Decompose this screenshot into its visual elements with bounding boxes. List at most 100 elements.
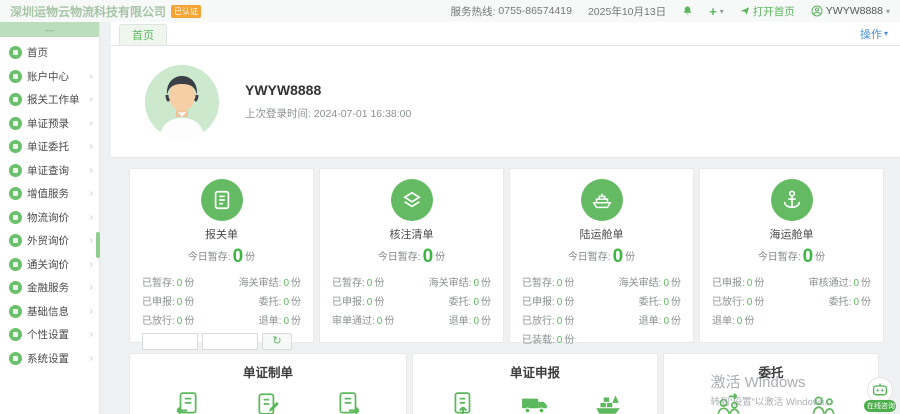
- chevron-right-icon: ›: [90, 141, 93, 152]
- sidebar-item-value-services[interactable]: 增值服务›: [0, 182, 99, 206]
- action-dropdown[interactable]: 操作▾: [860, 26, 888, 42]
- user-menu[interactable]: YWYW8888 ▾: [811, 5, 890, 17]
- stat-cards-row: 报关单 今日暂存:0份 已暂存:0份 已申报:0份 已放行:0份 海关审结:0份…: [129, 168, 884, 343]
- doc-delegation-icon: [9, 140, 22, 153]
- sidebar-item-clearance-quote[interactable]: 通关询价›: [0, 253, 99, 277]
- action-declare-declaration[interactable]: 报关单: [440, 391, 486, 414]
- action-declaration-import[interactable]: 报关单(进口): [164, 391, 210, 414]
- chevron-right-icon: ›: [90, 94, 93, 105]
- stat: 退单:0份: [429, 312, 491, 327]
- sidebar-item-basic-info[interactable]: 基础信息›: [0, 300, 99, 324]
- chevron-right-icon: ›: [90, 282, 93, 293]
- sidebar-item-doc-query[interactable]: 单证查询›: [0, 159, 99, 183]
- stat: 退单:0份: [712, 312, 764, 327]
- caret-down-icon: ▾: [884, 29, 888, 38]
- quick-add-menu[interactable]: + ▾: [709, 4, 724, 19]
- worksheet-icon: [9, 93, 22, 106]
- refresh-button[interactable]: ↻: [262, 333, 292, 350]
- stat: 委托:0份: [809, 293, 871, 308]
- sidebar-item-doc-delegation[interactable]: 单证委托›: [0, 135, 99, 159]
- stat: 海关审结:0份: [619, 274, 681, 289]
- tab-home[interactable]: 首页: [119, 24, 167, 45]
- chevron-right-icon: ›: [90, 329, 93, 340]
- company-name: 深圳运物云物流科技有限公司: [10, 3, 166, 20]
- card-declaration: 报关单 今日暂存:0份 已暂存:0份 已申报:0份 已放行:0份 海关审结:0份…: [129, 168, 314, 343]
- doc-upload-icon: [450, 391, 476, 414]
- declaration-doc-icon: [201, 179, 243, 221]
- refresh-icon: ↻: [272, 335, 281, 347]
- action-delegation-mgmt[interactable]: 委托管理: [706, 391, 752, 414]
- chevron-right-icon: ›: [90, 118, 93, 129]
- avatar: [145, 65, 219, 139]
- doc-edit-icon: [255, 391, 281, 414]
- basic-info-icon: [9, 305, 22, 318]
- quick-action-panels: 单证制单 报关单(进口) 原始舱单(转运进口) 报关单(出口): [129, 353, 884, 414]
- tab-strip: 首页 操作▾: [111, 22, 900, 46]
- declaration-search-input-2[interactable]: [202, 333, 258, 350]
- sidebar-collapse-button[interactable]: —: [0, 22, 99, 37]
- sidebar-item-doc-preentry[interactable]: 单证预录›: [0, 112, 99, 136]
- stat: 委托:0份: [429, 293, 491, 308]
- declaration-search-input-1[interactable]: [142, 333, 198, 350]
- chat-label: 在线咨询: [864, 400, 896, 412]
- panel-doc-declare: 单证申报 报关单 舱单(陆运) 舱单(海运): [412, 353, 658, 414]
- sidebar-item-logistics-quote[interactable]: 物流询价›: [0, 206, 99, 230]
- caret-down-icon: ▾: [886, 7, 890, 16]
- stat: 审核通过:0份: [809, 274, 871, 289]
- panel-delegation: 委托 委托管理 受托管理: [663, 353, 879, 414]
- clearance-icon: [9, 258, 22, 271]
- logistics-icon: [9, 211, 22, 224]
- doc-preentry-icon: [9, 117, 22, 130]
- stat: 退单:0份: [239, 312, 301, 327]
- sidebar-item-personal-settings[interactable]: 个性设置›: [0, 323, 99, 347]
- profile-section: YWYW8888 上次登录时间: 2024-07-01 16:38:00: [111, 46, 900, 158]
- plus-icon: +: [709, 4, 717, 19]
- stat: 已装载:0份: [522, 331, 574, 346]
- action-declaration-export[interactable]: 报关单(出口): [326, 391, 372, 414]
- delegate-people-icon: [715, 391, 743, 414]
- action-manifest-land[interactable]: 舱单(陆运): [512, 391, 558, 414]
- stat: 已暂存:0份: [332, 274, 394, 289]
- anchor-icon: [771, 179, 813, 221]
- send-icon: [740, 6, 750, 16]
- services-icon: [9, 187, 22, 200]
- current-date: 2025年10月13日: [588, 4, 666, 19]
- account-icon: [9, 70, 22, 83]
- stat: 海关审结:0份: [239, 274, 301, 289]
- checklist-icon: [391, 179, 433, 221]
- action-trustee-mgmt[interactable]: 受托管理: [800, 391, 846, 414]
- notification-bell-icon[interactable]: [682, 5, 693, 17]
- personal-settings-icon: [9, 328, 22, 341]
- sidebar-item-home[interactable]: 首页: [0, 41, 99, 65]
- finance-icon: [9, 281, 22, 294]
- sidebar-item-trade-quote[interactable]: 外贸询价›: [0, 229, 99, 253]
- chevron-right-icon: ›: [90, 71, 93, 82]
- action-manifest-ocean[interactable]: 舱单(海运): [585, 391, 631, 414]
- open-home-link[interactable]: 打开首页: [740, 4, 795, 19]
- ship-icon: [594, 391, 622, 414]
- profile-username: YWYW8888: [245, 82, 411, 98]
- chevron-right-icon: ›: [90, 188, 93, 199]
- trustee-people-icon: [809, 391, 837, 414]
- sidebar-item-account-center[interactable]: 账户中心›: [0, 65, 99, 89]
- stat: 委托:0份: [619, 293, 681, 308]
- sidebar-item-finance-services[interactable]: 金融服务›: [0, 276, 99, 300]
- system-settings-icon: [9, 352, 22, 365]
- stat: 已申报:0份: [142, 293, 194, 308]
- top-header: 深圳运物云物流科技有限公司 已认证 服务热线:0755-86574419 202…: [0, 0, 900, 22]
- stat: 已申报:0份: [332, 293, 394, 308]
- chevron-right-icon: ›: [90, 259, 93, 270]
- sidebar-item-system-settings[interactable]: 系统设置›: [0, 347, 99, 371]
- home-icon: [9, 46, 22, 59]
- hotline: 服务热线:0755-86574419: [450, 4, 572, 19]
- sidebar-item-customs-worksheet[interactable]: 报关工作单›: [0, 88, 99, 112]
- stat: 审单通过:0份: [332, 312, 394, 327]
- stat: 已申报:0份: [712, 274, 764, 289]
- action-original-manifest[interactable]: 原始舱单(转运进口): [245, 391, 292, 414]
- sidebar-scrollbar-thumb[interactable]: [96, 232, 100, 258]
- online-chat-widget[interactable]: 在线咨询: [864, 377, 896, 412]
- collapse-dash-icon: —: [45, 25, 54, 35]
- last-login: 上次登录时间: 2024-07-01 16:38:00: [245, 106, 411, 121]
- stat: 已放行:0份: [522, 312, 574, 327]
- caret-down-icon: ▾: [720, 7, 724, 16]
